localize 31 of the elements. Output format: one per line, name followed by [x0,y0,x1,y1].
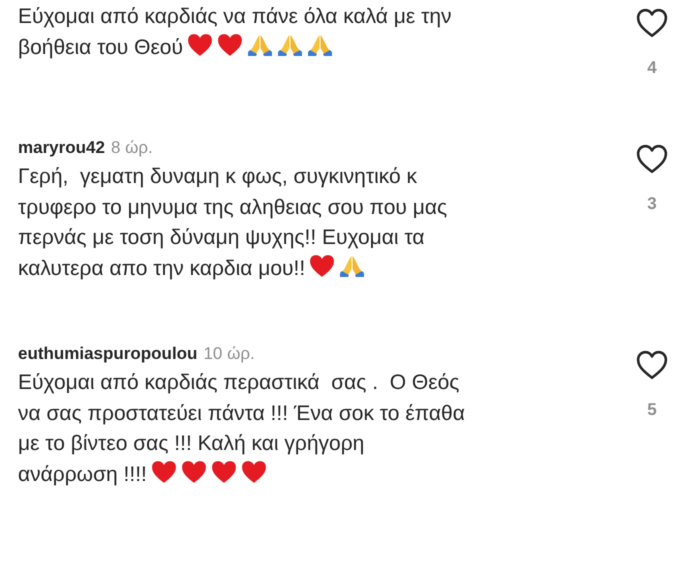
comment-text-line: με το βίντεο σας !!! Καλή και γρήγορη [18,432,364,455]
like-button[interactable] [636,144,668,174]
comment-time: 8 ώρ. [110,138,153,158]
comment-text-line: Εύχομαι από καρδιάς να πάνε όλα καλά με την [18,5,452,28]
comment-text-line: Εύχομαι από καρδιάς περαστικά σας . Ο Θεός [18,371,460,394]
username[interactable]: euthumiaspuropoulou [18,344,198,364]
comment-text-line: Γερή, γεματη δυναμη κ φως, συγκινητικό κ [18,165,418,188]
like-count: 3 [647,194,657,214]
heart-icon [216,32,243,56]
heart-icon [309,254,336,278]
like-button[interactable] [636,8,668,38]
praying-hands-icon [339,254,366,278]
comment-text-line: περνάς με τοση δύναμη ψυχης!! Ευχομαι τα [18,226,425,249]
comment-text-line: τρυφερο το μηνυμα της αληθειας σου που μας [18,196,448,218]
comment-text-line: ανάρρωση !!!! [18,462,147,486]
like-button[interactable] [636,350,668,380]
praying-hands-icon [246,32,273,56]
like-count: 5 [647,400,657,420]
heart-icon [240,460,267,484]
praying-hands-icon [306,32,333,56]
comment-time: 10 ώρ. [203,344,255,364]
username[interactable]: maryrou42 [18,138,105,158]
heart-icon [180,460,207,484]
heart-icon [150,460,177,484]
like-count: 4 [647,58,657,78]
heart-icon [210,460,237,484]
comment-text-line: να σας προστατεύει πάντα !!! Ένα σοκ το έπαθα [18,402,465,424]
comment-text-line: βοήθεια του Θεού [18,36,183,58]
praying-hands-icon [276,32,303,56]
heart-icon [186,32,213,56]
comment-text-line: καλυτερα απο την καρδια μου!! [18,256,306,280]
